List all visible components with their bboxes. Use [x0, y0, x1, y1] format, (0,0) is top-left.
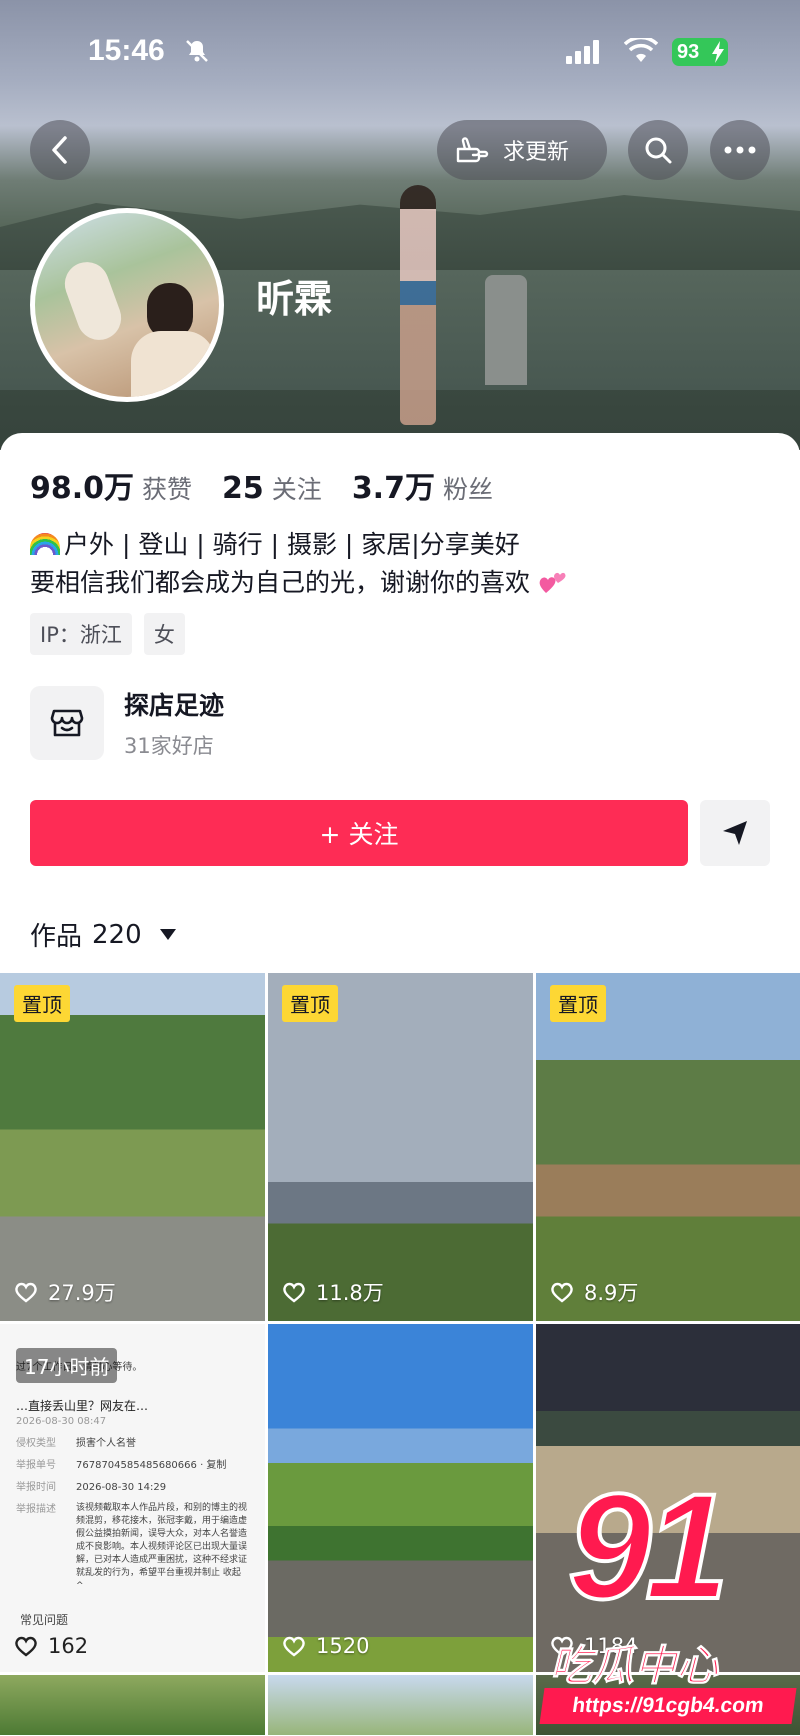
- works-label: 作品: [30, 922, 83, 952]
- heart-icon: [15, 1282, 37, 1303]
- like-count: 162: [14, 1634, 88, 1658]
- works-filter[interactable]: 作品 220: [30, 916, 176, 953]
- pinned-badge: 置顶: [282, 985, 338, 1022]
- heart-icon: [15, 1636, 37, 1657]
- like-count-value: 162: [48, 1634, 89, 1658]
- like-count-value: 27.9万: [48, 1281, 116, 1305]
- doc-title: …直接丢山里？网友在…: [16, 1399, 149, 1413]
- stat-followers-num: 3.7万: [351, 471, 435, 506]
- follow-button-label: + 关注: [319, 820, 399, 849]
- avatar[interactable]: [30, 208, 224, 402]
- watermark-text: 吃瓜中心: [549, 1641, 719, 1691]
- video-thumb[interactable]: [0, 1675, 265, 1735]
- stat-following-label: 关注: [271, 475, 322, 504]
- profile-tags: IP：浙江 女: [30, 613, 185, 655]
- bio: 户外 | 登山 | 骑行 | 摄影 | 家居|分享美好 要相信我们都会成为自己的…: [30, 526, 568, 602]
- storefront-icon: [30, 686, 104, 760]
- pointing-hand-icon: [456, 137, 489, 163]
- stat-likes[interactable]: 98.0万 获赞: [30, 463, 192, 507]
- stat-following[interactable]: 25 关注: [222, 470, 322, 506]
- more-options-button[interactable]: [710, 120, 770, 180]
- stat-following-num: 25: [222, 471, 264, 506]
- battery-indicator: 93: [672, 38, 728, 66]
- watermark-logo: 91 吃瓜中心 https://91cgb4.com: [539, 1460, 800, 1730]
- chevron-left-icon: [52, 136, 67, 164]
- shop-visits-entry[interactable]: 探店足迹 31家好店: [30, 686, 224, 760]
- doc-key: 举报时间: [16, 1482, 56, 1493]
- two-hearts-icon: [539, 572, 566, 593]
- stat-likes-num: 98.0万: [30, 471, 135, 506]
- more-dots-icon: [724, 146, 756, 154]
- video-thumb[interactable]: 过7个工作日，请耐心等待。 …直接丢山里？网友在… 2026-08-30 08:…: [0, 1324, 265, 1672]
- status-time: 15:46: [88, 34, 165, 67]
- caret-down-icon: [159, 929, 176, 940]
- signal-icon: [566, 40, 599, 64]
- report-screenshot: 过7个工作日，请耐心等待。 …直接丢山里？网友在… 2026-08-30 08:…: [16, 1360, 249, 1593]
- profile-stats: 98.0万 获赞 25 关注 3.7万 粉丝: [30, 463, 493, 507]
- request-update-label: 求更新: [503, 140, 570, 165]
- like-count: 27.9万: [14, 1277, 116, 1307]
- doc-value: 2026-08-30 14:29: [76, 1482, 167, 1493]
- stat-likes-label: 获赞: [142, 475, 193, 504]
- doc-footer: 常见问题: [20, 1613, 69, 1627]
- share-button[interactable]: [700, 800, 770, 866]
- request-update-button[interactable]: 求更新: [437, 120, 607, 180]
- status-bar: 15:46 93: [0, 0, 800, 110]
- works-count: 220: [92, 919, 142, 950]
- like-count: 11.8万: [282, 1277, 384, 1307]
- video-thumb[interactable]: [268, 1675, 533, 1735]
- pinned-badge: 置顶: [550, 985, 606, 1022]
- wifi-icon: [624, 38, 658, 62]
- like-count: 1520: [282, 1634, 369, 1658]
- send-icon: [723, 821, 747, 845]
- video-thumb[interactable]: 置顶 8.9万: [536, 973, 800, 1321]
- shop-title: 探店足迹: [124, 691, 225, 720]
- like-count-value: 8.9万: [584, 1281, 639, 1305]
- doc-value: 该视频截取本人作品片段，和别的博主的视频混剪，移花接木，张冠李戴，用于编造虚假公…: [76, 1503, 248, 1591]
- bio-line-2: 要相信我们都会成为自己的光，谢谢你的喜欢: [30, 568, 531, 597]
- search-icon: [645, 137, 672, 164]
- like-count-value: 11.8万: [316, 1281, 384, 1305]
- heart-icon: [283, 1636, 305, 1657]
- search-button[interactable]: [628, 120, 688, 180]
- battery-level: 93: [677, 41, 700, 63]
- video-thumb[interactable]: 置顶 11.8万: [268, 973, 533, 1321]
- ip-location-tag: IP：浙江: [30, 613, 132, 655]
- username: 昕霖: [256, 277, 333, 321]
- doc-date: 2026-08-30 08:47: [16, 1416, 107, 1427]
- rainbow-icon: [30, 533, 60, 555]
- like-count-value: 1520: [316, 1634, 370, 1658]
- bell-off-icon: [186, 40, 208, 62]
- charging-icon: [712, 41, 724, 63]
- doc-key: 侵权类型: [16, 1438, 56, 1449]
- like-count: 8.9万: [550, 1277, 638, 1307]
- video-thumb[interactable]: 置顶 27.9万: [0, 973, 265, 1321]
- heart-icon: [551, 1282, 573, 1303]
- heart-icon: [283, 1282, 305, 1303]
- follow-button[interactable]: + 关注: [30, 800, 688, 866]
- doc-value: 损害个人名誉: [76, 1438, 136, 1449]
- bio-line-1: 户外 | 登山 | 骑行 | 摄影 | 家居|分享美好: [64, 530, 520, 559]
- stat-followers[interactable]: 3.7万 粉丝: [352, 463, 493, 507]
- doc-value: 7678704585485680666 · 复制: [76, 1460, 227, 1471]
- doc-key: 举报单号: [16, 1460, 56, 1471]
- gender-tag: 女: [143, 613, 185, 655]
- stat-followers-label: 粉丝: [442, 475, 493, 504]
- shop-subtitle: 31家好店: [124, 734, 214, 758]
- back-button[interactable]: [30, 120, 90, 180]
- watermark-url: https://91cgb4.com: [539, 1688, 797, 1724]
- time-badge: 17小时前: [16, 1348, 118, 1383]
- watermark-number: 91: [566, 1460, 731, 1632]
- doc-key: 举报描述: [16, 1504, 56, 1515]
- pinned-badge: 置顶: [14, 985, 70, 1022]
- video-thumb[interactable]: 1520: [268, 1324, 533, 1672]
